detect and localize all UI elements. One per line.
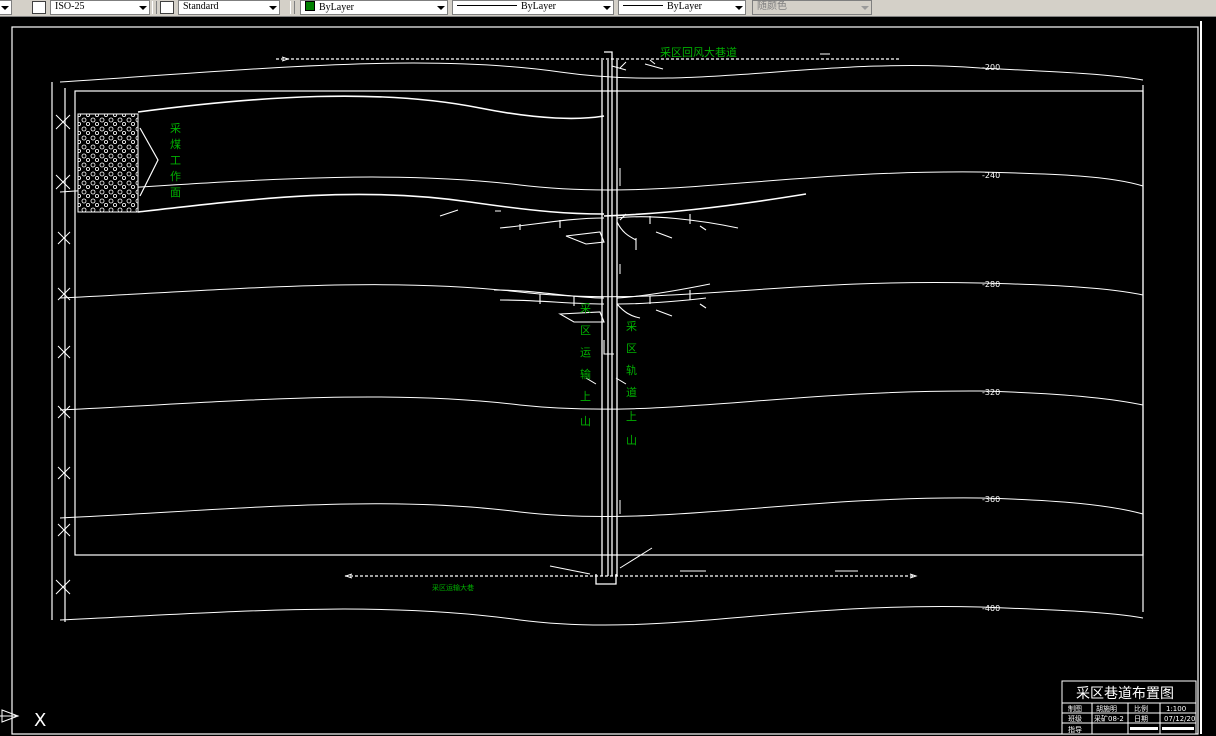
return-airway-label: 采区回风大巷道 bbox=[660, 45, 737, 59]
svg-text:区: 区 bbox=[580, 324, 591, 337]
textstyle-combo[interactable]: Standard bbox=[178, 0, 280, 15]
properties-toolbar: ISO-25 Standard ByLayer ByLayer ByLayer … bbox=[0, 0, 1216, 17]
chevron-down-icon bbox=[0, 1, 11, 14]
title-block-row: 指导 bbox=[1068, 725, 1082, 734]
chevron-down-icon bbox=[266, 1, 279, 14]
haulage-roadway-label: 采区运输大巷 bbox=[432, 583, 474, 592]
svg-text:工: 工 bbox=[170, 154, 181, 167]
svg-text:采: 采 bbox=[580, 302, 591, 315]
svg-text:1:100: 1:100 bbox=[1166, 705, 1186, 713]
svg-text:上: 上 bbox=[626, 410, 637, 423]
plotstyle-combo[interactable]: 随颜色 bbox=[752, 0, 872, 15]
svg-text:指导: 指导 bbox=[1068, 725, 1082, 734]
chevron-down-icon bbox=[858, 1, 871, 14]
drawing-canvas[interactable]: -200 -240 -280 -320 -360 -400 采区回风大巷道 采区… bbox=[0, 17, 1216, 736]
title-block-title: 采区巷道布置图 bbox=[1076, 686, 1174, 702]
toolbar-grip[interactable] bbox=[290, 1, 295, 14]
contour-label: -320 bbox=[982, 388, 1000, 397]
svg-text:班级: 班级 bbox=[1068, 714, 1082, 723]
ucs-axis-label: X bbox=[34, 710, 46, 731]
contour-label: -280 bbox=[982, 280, 1000, 289]
face-label: 采 煤 工 作 面 bbox=[170, 122, 181, 199]
contour-label: -200 bbox=[982, 63, 1000, 72]
svg-text:比例: 比例 bbox=[1134, 704, 1148, 713]
svg-text:面: 面 bbox=[170, 186, 181, 199]
dimstyle-dropdown[interactable] bbox=[0, 0, 12, 15]
textstyle-value: Standard bbox=[183, 1, 219, 12]
svg-text:道: 道 bbox=[626, 385, 637, 399]
lineweight-value: ByLayer bbox=[667, 1, 702, 12]
contour-label: -360 bbox=[982, 495, 1000, 504]
dimstyle-value: ISO-25 bbox=[55, 1, 85, 12]
svg-text:运: 运 bbox=[580, 346, 591, 359]
lineweight-sample-icon bbox=[623, 5, 663, 6]
svg-text:采: 采 bbox=[626, 320, 637, 333]
svg-text:日期: 日期 bbox=[1134, 715, 1148, 723]
svg-text:作: 作 bbox=[170, 170, 181, 183]
svg-text:区: 区 bbox=[626, 342, 637, 355]
color-swatch-icon bbox=[305, 1, 315, 11]
plotstyle-value: 随颜色 bbox=[757, 1, 787, 12]
lineweight-combo[interactable]: ByLayer bbox=[618, 0, 746, 15]
linetype-sample-icon bbox=[457, 5, 517, 6]
contour-label: -400 bbox=[982, 604, 1000, 613]
svg-text:山: 山 bbox=[626, 434, 637, 447]
svg-text:制图: 制图 bbox=[1068, 704, 1082, 713]
dimension-style-icon[interactable] bbox=[32, 1, 46, 14]
chevron-down-icon bbox=[732, 1, 745, 14]
svg-text:07/12/20: 07/12/20 bbox=[1164, 715, 1195, 723]
svg-text:煤: 煤 bbox=[170, 138, 181, 151]
color-value: ByLayer bbox=[319, 2, 354, 13]
linetype-combo[interactable]: ByLayer bbox=[452, 0, 614, 15]
svg-text:胡施明: 胡施明 bbox=[1096, 704, 1117, 713]
contour-label: -240 bbox=[982, 171, 1000, 180]
svg-text:采矿08-2: 采矿08-2 bbox=[1094, 714, 1124, 723]
sheet-inner-border bbox=[1200, 21, 1202, 734]
toolbar-grip[interactable] bbox=[152, 1, 157, 14]
chevron-down-icon bbox=[434, 1, 447, 14]
svg-text:轨: 轨 bbox=[626, 363, 637, 377]
text-style-icon[interactable] bbox=[160, 1, 174, 14]
svg-text:输: 输 bbox=[580, 367, 591, 381]
svg-text:上: 上 bbox=[580, 390, 591, 403]
color-combo[interactable]: ByLayer bbox=[300, 0, 448, 15]
dimstyle-combo[interactable]: ISO-25 bbox=[50, 0, 150, 15]
chevron-down-icon bbox=[136, 1, 149, 14]
chevron-down-icon bbox=[600, 1, 613, 14]
linetype-value: ByLayer bbox=[521, 1, 556, 12]
svg-text:山: 山 bbox=[580, 415, 591, 428]
svg-text:采: 采 bbox=[170, 122, 181, 135]
